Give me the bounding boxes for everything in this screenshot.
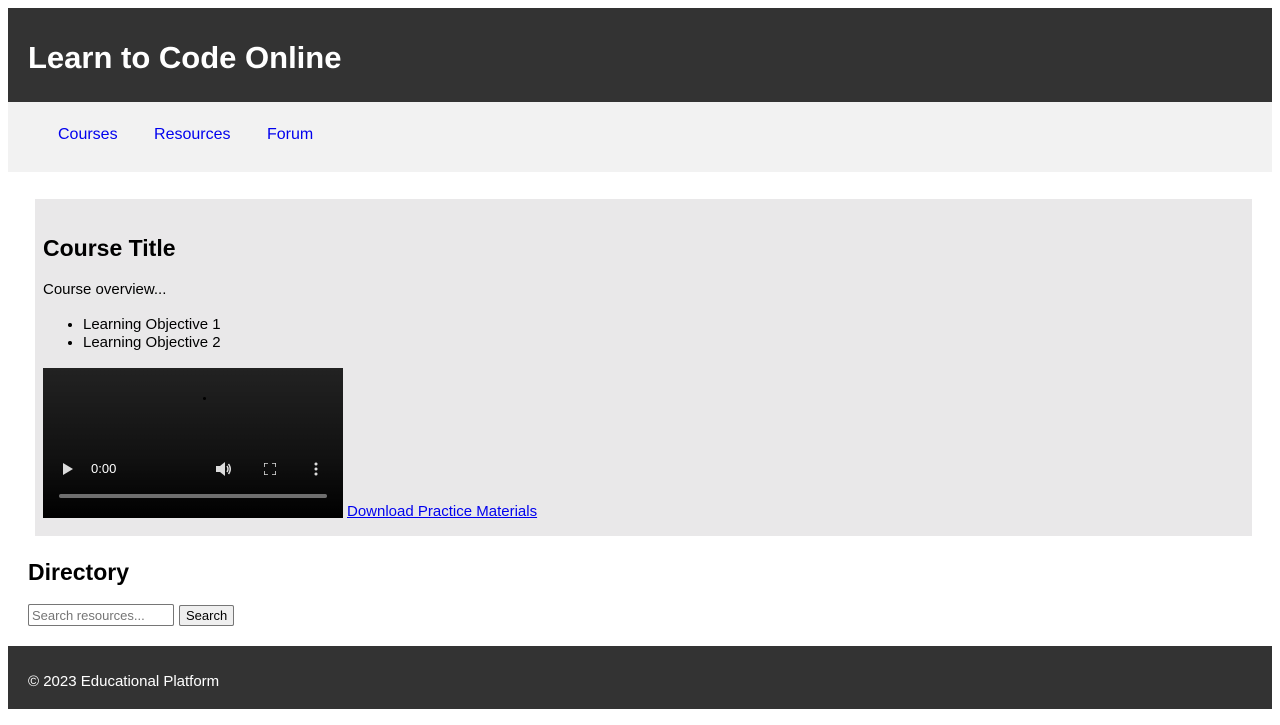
fullscreen-icon[interactable]: [264, 463, 276, 475]
nav-list: Courses Resources Forum: [8, 124, 1256, 146]
course-section: Course Title Course overview... Learning…: [35, 199, 1252, 536]
site-header: Learn to Code Online: [8, 8, 1272, 102]
video-progress-bar[interactable]: [59, 494, 327, 498]
course-overview: Course overview...: [43, 281, 167, 298]
nav-link-courses[interactable]: Courses: [48, 126, 128, 143]
video-player[interactable]: 0:00: [43, 368, 343, 518]
download-materials-link[interactable]: Download Practice Materials: [347, 503, 537, 521]
nav-item-courses: Courses: [48, 124, 128, 146]
learning-objectives-list: Learning Objective 1 Learning Objective …: [43, 316, 221, 352]
directory-title: Directory: [28, 559, 129, 585]
volume-icon[interactable]: [216, 462, 232, 476]
video-time: 0:00: [91, 461, 117, 476]
nav-link-resources[interactable]: Resources: [144, 126, 240, 143]
video-loading-dot: [203, 397, 206, 400]
play-icon[interactable]: [63, 463, 73, 475]
site-title: Learn to Code Online: [28, 40, 342, 75]
course-title: Course Title: [43, 235, 176, 261]
nav-link-forum[interactable]: Forum: [257, 126, 323, 143]
nav-item-resources: Resources: [144, 124, 240, 146]
search-button[interactable]: Search: [179, 605, 235, 626]
footer-copyright: © 2023 Educational Platform: [28, 673, 220, 690]
site-footer: © 2023 Educational Platform: [8, 646, 1272, 709]
more-options-icon[interactable]: [313, 462, 319, 476]
search-input[interactable]: [28, 604, 174, 626]
learning-objective: Learning Objective 2: [83, 334, 221, 352]
page: Learn to Code Online Courses Resources F…: [0, 0, 1280, 725]
nav-item-forum: Forum: [257, 124, 323, 146]
main-nav: Courses Resources Forum: [8, 102, 1272, 172]
learning-objective: Learning Objective 1: [83, 316, 221, 334]
